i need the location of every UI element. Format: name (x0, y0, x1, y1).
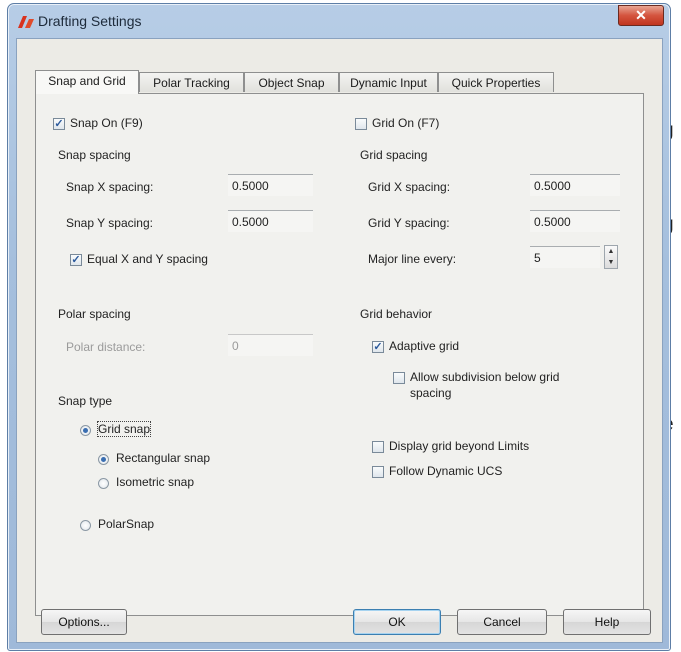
window-title: Drafting Settings (38, 13, 142, 29)
grid-on-label: Grid On (F7) (372, 116, 440, 130)
polarsnap-label: PolarSnap (98, 517, 155, 531)
options-button[interactable]: Options... (41, 609, 127, 635)
tab-dynamic-input[interactable]: Dynamic Input (339, 72, 438, 92)
help-button[interactable]: Help (563, 609, 651, 635)
close-icon: ✕ (635, 7, 647, 23)
allow-subdivision-checkbox[interactable] (393, 372, 405, 384)
autocad-app-icon (18, 16, 34, 28)
snap-type-heading: Snap type (58, 394, 113, 408)
title-bar[interactable]: Drafting Settings ✕ (8, 4, 670, 38)
ok-button[interactable]: OK (353, 609, 441, 635)
major-line-spinner[interactable]: ▲ ▼ (604, 245, 618, 269)
spinner-down-icon[interactable]: ▼ (605, 257, 617, 268)
grid-x-spacing-input[interactable]: 0.5000 (530, 174, 620, 196)
equal-xy-spacing-checkbox[interactable]: ✓ (70, 254, 82, 266)
dialog-client-area: Snap and Grid Polar Tracking Object Snap… (16, 38, 663, 643)
check-icon: ✓ (54, 118, 64, 130)
grid-behavior-heading: Grid behavior (360, 307, 433, 321)
isometric-snap-radio[interactable] (98, 478, 109, 489)
snap-and-grid-panel: ✓ Snap On (F9) Snap spacing Snap X spaci… (35, 93, 644, 616)
grid-snap-radio[interactable] (80, 425, 91, 436)
polar-distance-label: Polar distance: (66, 340, 146, 354)
follow-dynamic-ucs-checkbox[interactable] (372, 466, 384, 478)
cancel-button[interactable]: Cancel (457, 609, 547, 635)
snap-y-spacing-input[interactable]: 0.5000 (228, 210, 313, 232)
drafting-settings-dialog: Drafting Settings ✕ Snap and Grid Polar … (7, 3, 671, 651)
snap-spacing-heading: Snap spacing (58, 148, 131, 162)
polarsnap-radio[interactable] (80, 520, 91, 531)
snap-x-spacing-input[interactable]: 0.5000 (228, 174, 313, 196)
grid-spacing-heading: Grid spacing (360, 148, 428, 162)
grid-snap-label: Grid snap (96, 421, 152, 437)
grid-on-checkbox[interactable] (355, 118, 367, 130)
grid-y-spacing-label: Grid Y spacing: (368, 216, 450, 230)
adaptive-grid-checkbox[interactable]: ✓ (372, 341, 384, 353)
spinner-up-icon[interactable]: ▲ (605, 246, 617, 257)
tab-quick-properties[interactable]: Quick Properties (438, 72, 554, 92)
polar-distance-input[interactable]: 0 (228, 334, 313, 356)
rectangular-snap-label: Rectangular snap (116, 451, 211, 465)
tab-snap-and-grid[interactable]: Snap and Grid (35, 70, 139, 94)
snap-on-label: Snap On (F9) (70, 116, 143, 130)
rectangular-snap-radio[interactable] (98, 454, 109, 465)
polar-spacing-heading: Polar spacing (58, 307, 131, 321)
close-button[interactable]: ✕ (618, 5, 664, 26)
snap-on-checkbox[interactable]: ✓ (53, 118, 65, 130)
display-beyond-limits-label: Display grid beyond Limits (389, 439, 530, 453)
check-icon: ✓ (71, 254, 81, 266)
equal-xy-spacing-label: Equal X and Y spacing (87, 252, 208, 266)
display-beyond-limits-checkbox[interactable] (372, 441, 384, 453)
major-line-every-label: Major line every: (368, 252, 457, 266)
allow-subdivision-label-line2: spacing (410, 386, 452, 400)
major-line-every-input[interactable]: 5 (530, 246, 600, 268)
snap-x-spacing-label: Snap X spacing: (66, 180, 154, 194)
follow-dynamic-ucs-label: Follow Dynamic UCS (389, 464, 503, 478)
check-icon: ✓ (373, 341, 383, 353)
grid-y-spacing-input[interactable]: 0.5000 (530, 210, 620, 232)
allow-subdivision-label: Allow subdivision below grid (410, 370, 560, 384)
tab-object-snap[interactable]: Object Snap (244, 72, 339, 92)
adaptive-grid-label: Adaptive grid (389, 339, 460, 353)
snap-y-spacing-label: Snap Y spacing: (66, 216, 153, 230)
isometric-snap-label: Isometric snap (116, 475, 195, 489)
grid-x-spacing-label: Grid X spacing: (368, 180, 451, 194)
tab-polar-tracking[interactable]: Polar Tracking (139, 72, 244, 92)
